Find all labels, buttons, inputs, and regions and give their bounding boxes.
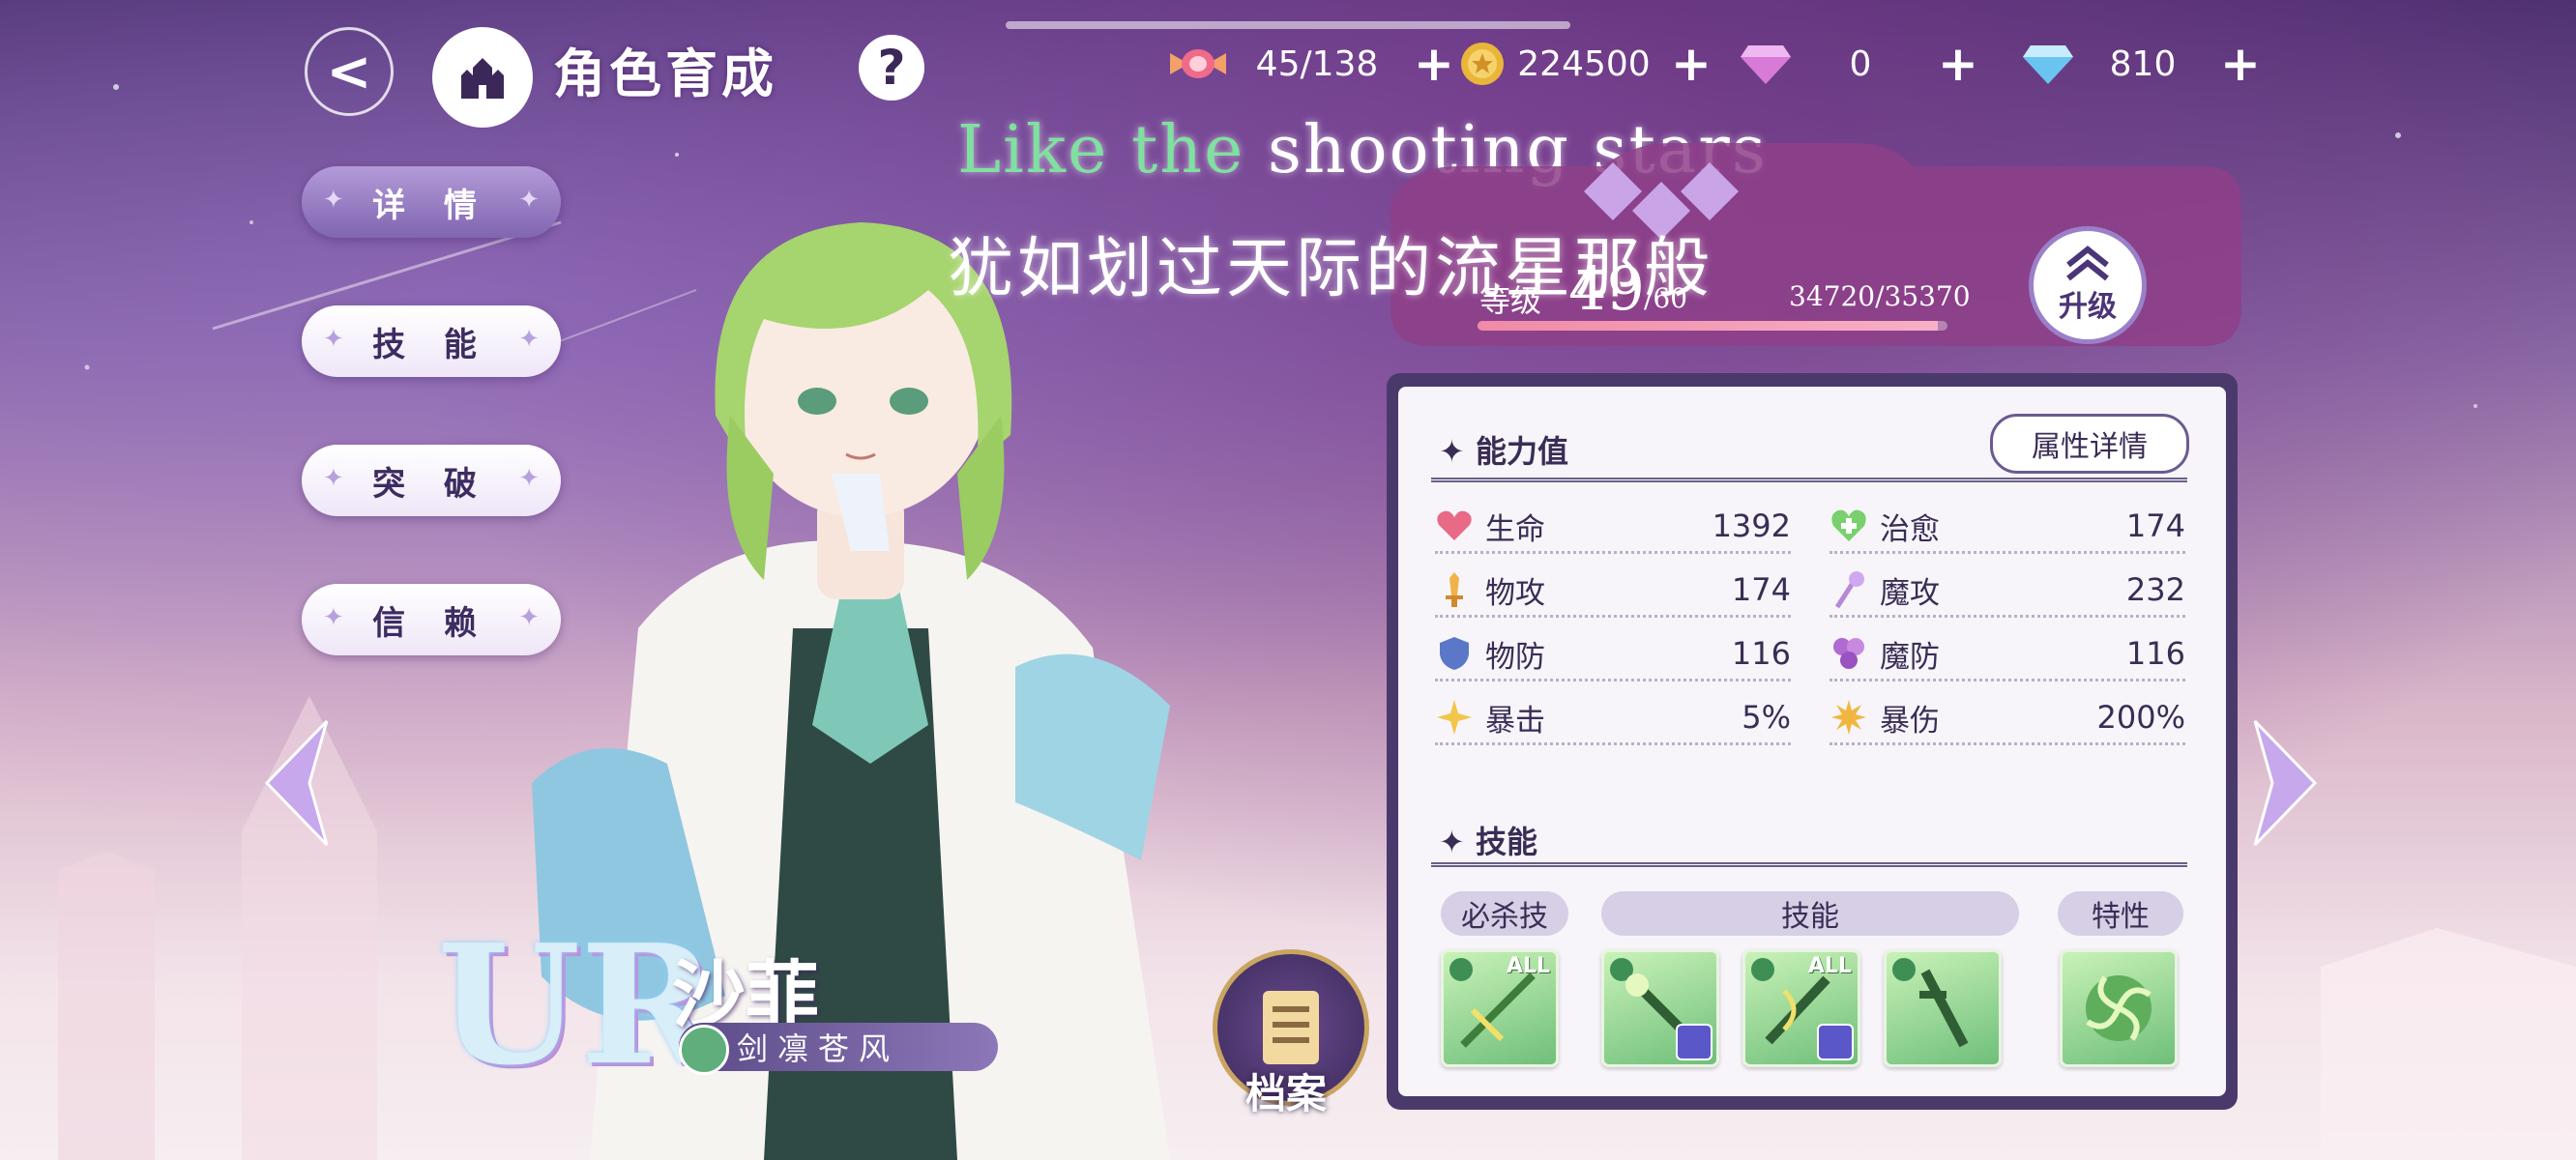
home-button[interactable] (432, 27, 533, 128)
resource-diamond: 810 + (2021, 35, 2261, 93)
stat-physical-attack: 物攻 174 (1435, 565, 1791, 618)
gold-coin-icon (1461, 43, 1504, 85)
gold-count: 224500 (1517, 44, 1651, 84)
skill-1-icon[interactable] (1601, 949, 1719, 1067)
resource-pink-gem: 0 + (1739, 35, 1978, 93)
sparkle-icon: ✦ (323, 325, 344, 354)
stat-magic-defense: 魔防 116 (1830, 628, 2185, 682)
castle-icon (461, 58, 504, 99)
next-character-arrow[interactable] (2251, 717, 2321, 849)
skills-section-title: ✦ 技能 (1439, 824, 1537, 860)
magic-orbs-icon (1830, 634, 1868, 673)
pink-gem-icon (1741, 45, 1791, 84)
diamond-count: 810 (2109, 44, 2177, 84)
stats-section-title: ✦ 能力值 (1439, 433, 1568, 470)
sparkle-icon: ✦ (323, 603, 344, 632)
heal-plus-icon (1830, 507, 1868, 545)
exp-bar (1478, 321, 1947, 331)
sparkle-icon: ✦ (323, 464, 344, 493)
prev-character-arrow[interactable] (261, 717, 331, 849)
back-button[interactable]: < (305, 27, 394, 116)
question-icon: ? (877, 40, 906, 96)
lyric-chinese: 犹如划过天际的流星那般 (948, 231, 1714, 307)
character-title: 剑凛苍风 (679, 1023, 998, 1075)
archive-label: 档案 (1244, 1070, 1327, 1117)
stat-hp: 生命 1392 (1435, 501, 1791, 554)
stat-magic-attack: 魔攻 232 (1830, 565, 2185, 618)
stat-crit-damage: 暴伤 200% (1830, 692, 2185, 745)
candy-count: 45/138 (1255, 44, 1379, 84)
stat-crit: 暴击 5% (1435, 692, 1791, 745)
resource-gold: 224500 + (1458, 35, 1712, 93)
skill-2-icon[interactable]: ALL (1742, 949, 1860, 1067)
sword-icon (1435, 570, 1474, 609)
skills-tag: 技能 (1601, 891, 2019, 936)
candy-plus-button[interactable]: + (1414, 36, 1454, 92)
trait-tag: 特性 (2058, 891, 2183, 936)
sparkle-icon: ✦ (323, 186, 344, 215)
page-title: 角色育成 (553, 44, 777, 104)
blue-diamond-icon (2023, 45, 2073, 84)
wind-element-icon (679, 1025, 729, 1075)
double-chevron-up-icon (2066, 246, 2109, 281)
blade-icon (1919, 969, 1969, 1048)
stat-heal: 治愈 174 (1830, 501, 2185, 554)
drag-handle[interactable] (1006, 21, 1570, 29)
level-up-button[interactable]: 升级 (2029, 226, 2147, 344)
gold-plus-button[interactable]: + (1671, 36, 1712, 92)
trait-icon[interactable] (2060, 949, 2178, 1067)
ultimate-skill-tag: 必杀技 (1441, 891, 1568, 936)
orbs-sub-icon (1676, 1024, 1712, 1060)
attribute-details-button[interactable]: 属性详情 (1990, 414, 2189, 474)
sun-burst-icon (1830, 698, 1868, 737)
resource-candy: 45/138 + (1166, 35, 1454, 93)
sparkle-icon: ✦ (1439, 824, 1465, 860)
candy-icon (1170, 49, 1226, 78)
magic-staff-icon (1830, 570, 1868, 609)
pink-gem-count: 0 (1849, 44, 1872, 84)
wind-swirl-icon (2086, 975, 2152, 1041)
skill-3-icon[interactable] (1884, 949, 2002, 1067)
back-arrow-icon: < (326, 40, 372, 103)
help-button[interactable]: ? (859, 35, 924, 101)
stat-physical-defense: 物防 116 (1435, 628, 1791, 682)
exp-text: 34720/35370 (1789, 280, 1971, 312)
book-icon (1263, 991, 1319, 1064)
pink-gem-plus-button[interactable]: + (1938, 36, 1978, 92)
exp-bar-fill (1478, 321, 1939, 331)
heart-icon (1435, 507, 1474, 545)
diamond-plus-button[interactable]: + (2220, 36, 2261, 92)
ultimate-skill-icon[interactable]: ALL (1441, 949, 1559, 1067)
sparkle-icon: ✦ (1439, 433, 1465, 470)
sword-slash-icon (1460, 972, 1536, 1048)
sword-sub-icon (1817, 1024, 1854, 1060)
star-burst-icon (1435, 698, 1474, 737)
shield-icon (1435, 634, 1474, 673)
section-divider (1431, 862, 2187, 867)
section-divider (1431, 478, 2187, 482)
